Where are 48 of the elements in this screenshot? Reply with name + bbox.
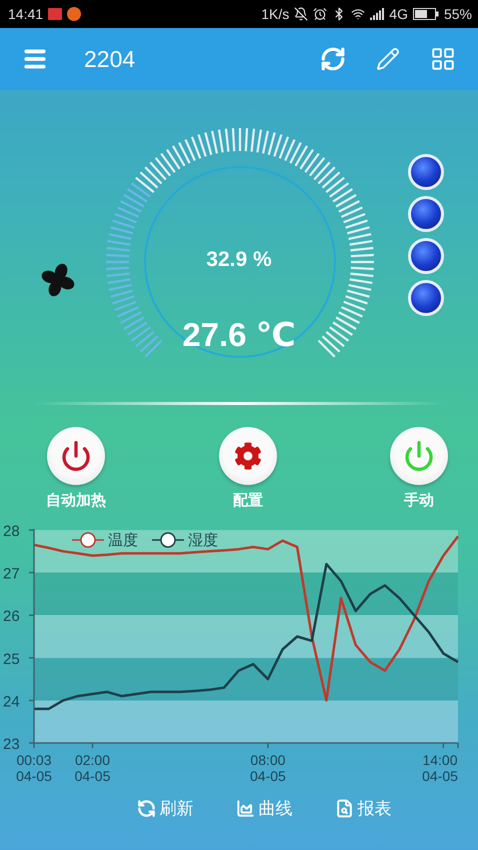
app-notification-icon [67, 7, 82, 21]
device-title: 2204 [84, 46, 136, 72]
document-search-icon [334, 799, 354, 818]
battery-percent: 55% [444, 6, 472, 22]
alarm-icon [313, 7, 328, 21]
grid-button[interactable] [430, 46, 456, 72]
indicator-light [408, 196, 444, 232]
indicator-light [408, 280, 444, 316]
humidity-reading: 32.9 % [205, 248, 273, 272]
network-type: 4G [389, 6, 408, 22]
nav-button[interactable]: 曲线 [232, 793, 296, 824]
temperature-reading: 27.6 ℃ [181, 315, 297, 354]
legend-label: 湿度 [188, 532, 218, 549]
x-tick-label: 02:00 04-05 [74, 752, 110, 784]
action-button[interactable] [47, 427, 105, 485]
nav-button[interactable]: 刷新 [132, 793, 198, 824]
edit-button[interactable] [376, 47, 400, 71]
signal-icon [370, 8, 384, 20]
fan-icon [40, 262, 76, 298]
action-label: 自动加热 [46, 491, 106, 510]
app-notification-icon [48, 8, 62, 20]
bell-off-icon [294, 7, 308, 21]
x-tick-label: 14:00 04-05 [422, 752, 458, 784]
y-tick-label: 24 [3, 693, 20, 710]
y-tick-label: 28 [3, 523, 20, 540]
network-speed: 1K/s [261, 6, 290, 22]
indicator-light [408, 238, 444, 274]
legend-marker [72, 532, 104, 548]
action-button[interactable] [219, 427, 277, 485]
y-tick-label: 25 [3, 650, 20, 668]
action-label: 手动 [404, 491, 434, 510]
x-tick-label: 08:00 04-05 [250, 752, 286, 784]
action-button[interactable] [390, 427, 448, 485]
battery-icon [412, 8, 439, 20]
chart-icon [236, 799, 254, 818]
indicator-light [408, 154, 444, 190]
x-tick-label: 00:03 04-05 [16, 752, 52, 784]
action-label: 配置 [233, 491, 263, 510]
clock: 14:41 [8, 6, 44, 22]
y-tick-label: 27 [3, 566, 20, 583]
nav-button[interactable]: 报表 [330, 793, 396, 824]
legend-label: 温度 [108, 532, 138, 549]
y-tick-label: 26 [3, 608, 20, 626]
refresh-button[interactable] [320, 46, 346, 72]
wifi-icon [351, 7, 366, 21]
legend-marker [152, 532, 184, 548]
y-tick-label: 23 [3, 736, 20, 753]
refresh-icon [136, 799, 156, 818]
